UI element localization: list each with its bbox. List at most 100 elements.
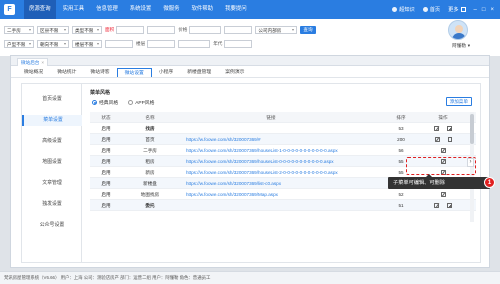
chevron-down-icon bbox=[292, 28, 295, 31]
tab-micro-site-admin[interactable]: 微站后台 × bbox=[17, 58, 49, 66]
edit-icon[interactable] bbox=[440, 148, 446, 153]
sync-link[interactable]: 超知识 bbox=[392, 6, 415, 13]
tab-close-icon[interactable]: × bbox=[41, 59, 44, 66]
floor-label: 楼层 bbox=[136, 40, 146, 46]
area-min-input[interactable] bbox=[116, 25, 145, 34]
nav-item-house-search[interactable]: 房源查询 bbox=[24, 0, 56, 19]
price-max-input[interactable] bbox=[224, 25, 253, 34]
nav-item-settings[interactable]: 系统设置 bbox=[125, 0, 157, 19]
home-icon bbox=[422, 7, 428, 12]
row-name: 二手房 bbox=[143, 148, 157, 153]
row-link[interactable]: https://w.foowe.com/sh/320007369/houseLi… bbox=[186, 145, 356, 156]
main-nav: 房源查询 实用工具 信息管理 系统设置 微服务 软件帮助 我要提问 bbox=[24, 0, 254, 19]
price-min-input[interactable] bbox=[189, 25, 222, 34]
avatar-head bbox=[455, 25, 463, 33]
row-name: 租房 bbox=[145, 159, 155, 164]
menu-style-title: 菜单风格 bbox=[90, 90, 111, 96]
menu-style-options: 经典风格 APP风格 bbox=[92, 99, 154, 106]
user-name[interactable]: 阿懂勒 ▾ bbox=[452, 43, 470, 49]
column-ops: 操作 bbox=[438, 115, 448, 120]
add-submenu-icon[interactable] bbox=[447, 126, 452, 131]
row-status: 启用 bbox=[101, 192, 111, 197]
top-right-actions: 超知识 首页 更多 – □ × bbox=[392, 0, 494, 19]
scrollbar-thumb[interactable] bbox=[470, 114, 474, 144]
user-avatar[interactable] bbox=[448, 20, 468, 40]
nav-item-info[interactable]: 信息管理 bbox=[91, 0, 123, 19]
style-app-radio[interactable]: APP风格 bbox=[128, 99, 154, 106]
column-link: 链接 bbox=[266, 115, 276, 120]
column-sort: 排序 bbox=[396, 115, 406, 120]
top-nav-bar: F 房源查询 实用工具 信息管理 系统设置 微服务 软件帮助 我要提问 超知识 … bbox=[0, 0, 500, 19]
sidebar-item-publish[interactable]: 独发设置 bbox=[22, 199, 82, 210]
sidebar-item-menu[interactable]: 菜单设置 bbox=[22, 115, 82, 126]
nav-item-micro-service[interactable]: 微服务 bbox=[158, 0, 184, 19]
search-button[interactable]: 查询 bbox=[300, 25, 316, 34]
year-min-input[interactable] bbox=[178, 39, 211, 48]
maximize-icon[interactable]: □ bbox=[482, 7, 486, 13]
edit-icon[interactable] bbox=[434, 203, 439, 208]
settings-sidebar: 首页设置 菜单设置 高级设置 地图设置 文章管理 独发设置 公众号设置 bbox=[22, 84, 82, 262]
add-menu-button[interactable]: 添加菜单 bbox=[445, 97, 472, 106]
row-link[interactable]: https://w.foowe.com/sh/320007369/Map.asp… bbox=[186, 189, 356, 200]
sidebar-item-articles[interactable]: 文章管理 bbox=[22, 178, 82, 189]
row-link[interactable]: https://w.foowe.com/sh/320007369/houseLi… bbox=[186, 156, 356, 167]
app-logo: F bbox=[4, 4, 15, 15]
tab-visitors[interactable]: 微站诗客 bbox=[83, 68, 116, 77]
year-label: 年代 bbox=[213, 40, 223, 46]
orientation-select[interactable]: 朝向不限 bbox=[37, 39, 69, 48]
more-link[interactable]: 更多 bbox=[448, 6, 466, 13]
column-name: 名称 bbox=[145, 115, 155, 120]
row-link[interactable]: https://w.foowe.com/sh/320007369/houseLi… bbox=[186, 167, 356, 178]
chevron-down-icon bbox=[29, 42, 31, 45]
filter-panel: 二手房 区县不限 类型不限 面积 价格 公司内部房 查询 户型不限 朝向不限 楼… bbox=[0, 19, 500, 56]
row-name: 首页 bbox=[145, 137, 155, 142]
nav-item-help[interactable]: 软件帮助 bbox=[187, 0, 219, 19]
window-tab-bar: 微站后台 × bbox=[11, 56, 489, 66]
sidebar-item-home[interactable]: 首页设置 bbox=[22, 94, 82, 105]
row-link[interactable] bbox=[186, 200, 356, 211]
row-status: 启用 bbox=[101, 137, 111, 142]
tab-overview[interactable]: 微站概况 bbox=[17, 68, 50, 77]
layout-select[interactable]: 户型不限 bbox=[4, 39, 34, 48]
row-sort: 56 bbox=[398, 148, 404, 153]
sidebar-item-map[interactable]: 地图设置 bbox=[22, 157, 82, 168]
edit-icon[interactable] bbox=[434, 137, 440, 142]
source-select[interactable]: 公司内部房 bbox=[255, 25, 298, 34]
row-name: 找房 bbox=[145, 126, 155, 131]
type-select[interactable]: 类型不限 bbox=[72, 25, 102, 34]
minimize-icon[interactable]: – bbox=[474, 7, 477, 13]
row-link[interactable] bbox=[186, 123, 356, 134]
tab-new-projects[interactable]: 新楼盘管理 bbox=[180, 68, 218, 77]
year-max-input[interactable] bbox=[224, 39, 253, 48]
nav-item-tools[interactable]: 实用工具 bbox=[58, 0, 90, 19]
nav-item-ask[interactable]: 我要提问 bbox=[220, 0, 252, 19]
row-name: 委托 bbox=[145, 203, 155, 208]
edit-icon[interactable] bbox=[434, 126, 439, 131]
district-select[interactable]: 区县不限 bbox=[37, 25, 69, 34]
table-header: 状态 名称 链接 排序 操作 bbox=[90, 112, 476, 123]
sub-tabs: 微站概况 微站统计 微站诗客 微站设置 小程序 新楼盘管理 案例演示 bbox=[11, 68, 489, 78]
add-submenu-icon[interactable] bbox=[447, 203, 452, 208]
tab-site-settings[interactable]: 微站设置 bbox=[116, 68, 152, 77]
annotation-tooltip: 子菜单可编辑、可删除 bbox=[388, 174, 490, 189]
floor-min-input[interactable] bbox=[105, 39, 133, 48]
tab-demo-cases[interactable]: 案例演示 bbox=[218, 68, 251, 77]
filter-row-2: 户型不限 朝向不限 楼层不限 楼层 年代 bbox=[4, 39, 255, 48]
edit-icon[interactable] bbox=[440, 192, 446, 197]
sidebar-item-advanced[interactable]: 高级设置 bbox=[22, 136, 82, 147]
close-icon[interactable]: × bbox=[490, 7, 494, 13]
row-sort: 53 bbox=[398, 126, 404, 131]
delete-icon[interactable] bbox=[447, 137, 452, 142]
style-classic-radio[interactable]: 经典风格 bbox=[92, 99, 118, 106]
tab-mini-program[interactable]: 小程序 bbox=[152, 68, 180, 77]
floor-max-input[interactable] bbox=[147, 39, 176, 48]
row-link[interactable]: https://w.foowe.com/sh/320007369/list-c0… bbox=[186, 178, 356, 189]
floor-select[interactable]: 楼层不限 bbox=[72, 39, 102, 48]
deal-type-select[interactable]: 二手房 bbox=[4, 25, 34, 34]
area-max-input[interactable] bbox=[147, 25, 176, 34]
row-link[interactable]: https://w.foowe.com/sh/320007369/# bbox=[186, 134, 356, 145]
tab-statistics[interactable]: 微站统计 bbox=[50, 68, 83, 77]
sidebar-item-wechat[interactable]: 公众号设置 bbox=[22, 220, 82, 231]
home-link[interactable]: 首页 bbox=[422, 6, 440, 13]
row-status: 启用 bbox=[101, 203, 111, 208]
